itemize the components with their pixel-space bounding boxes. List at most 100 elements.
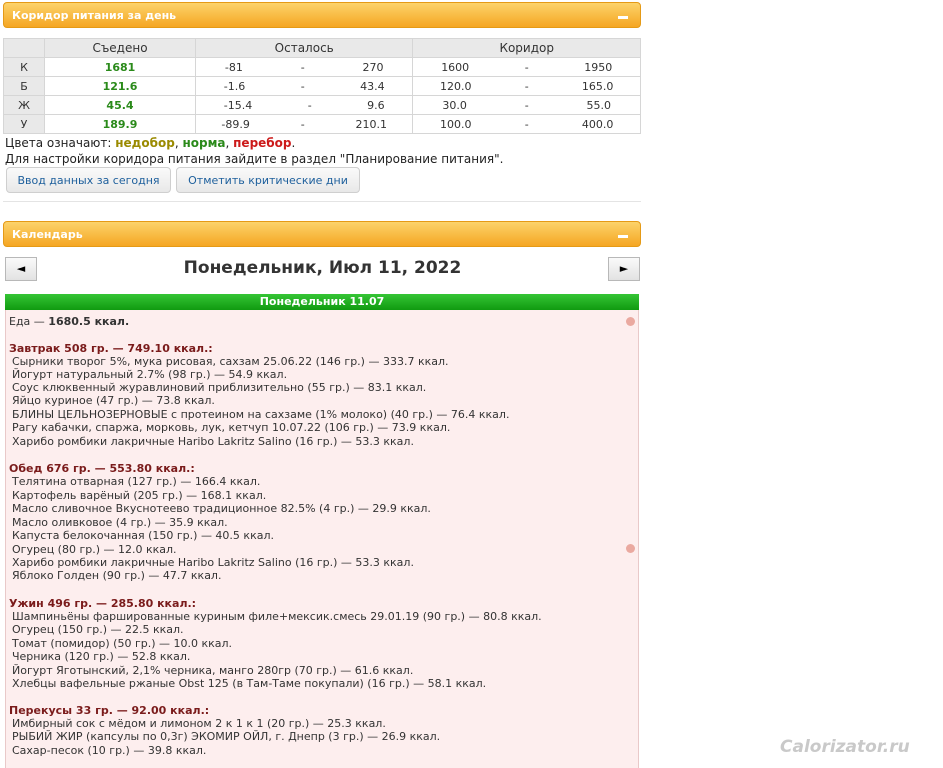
corridor-panel-title: Коридор питания за день (12, 9, 177, 22)
left-max: 210.1 (355, 117, 387, 131)
corridor-max: 400.0 (581, 117, 614, 131)
corridor-panel-header[interactable]: Коридор питания за день (3, 2, 641, 28)
left-min: -81 (224, 60, 243, 74)
calendar-panel-title: Календарь (12, 228, 83, 241)
table-row: У 189.9 -89.9 - 210.1 100.0 - 400.0 (3, 114, 641, 134)
list-item: РЫБИЙ ЖИР (капсулы по 0,3г) ЭКОМИР ОЙЛ, … (12, 730, 441, 743)
dash: - (300, 60, 305, 74)
mark-critical-days-button[interactable]: Отметить критические дни (176, 167, 360, 193)
left-range: -81 - 270 (194, 57, 414, 77)
watermark: Calorizator.ru (780, 737, 910, 757)
food-label: Еда — (9, 315, 49, 328)
list-item: БЛИНЫ ЦЕЛЬНОЗЕРНОВЫЕ с протеином на сахз… (12, 408, 510, 421)
corridor-hint: Для настройки коридора питания зайдите в… (5, 152, 504, 166)
list-item: Яйцо куриное (47 гр.) — 73.8 ккал. (12, 394, 215, 407)
left-max: 9.6 (367, 98, 385, 112)
corridor-max: 55.0 (586, 98, 612, 112)
left-max: 43.4 (360, 79, 385, 93)
list-item: Черника (120 гр.) — 52.8 ккал. (12, 650, 191, 663)
corridor-min: 1600 (441, 60, 470, 74)
meal-header-lunch: Обед 676 гр. — 553.80 ккал.: (9, 462, 195, 475)
list-item: Капуста белокочанная (150 гр.) — 40.5 кк… (12, 529, 274, 542)
calendar-panel-header[interactable]: Календарь (3, 221, 641, 247)
list-item: Йогурт Яготынский, 2,1% черника, манго 2… (12, 664, 414, 677)
list-item: Томат (помидор) (50 гр.) — 10.0 ккал. (12, 637, 233, 650)
left-range: -89.9 - 210.1 (194, 114, 414, 134)
corridor-min: 30.0 (442, 98, 467, 112)
corridor-range: 120.0 - 165.0 (412, 76, 641, 96)
corridor-table: Съедено Осталось Коридор К 1681 -81 - 270 … (3, 38, 641, 134)
corridor-min: 100.0 (440, 117, 472, 131)
table-row: К 1681 -81 - 270 1600 - 1950 (3, 57, 641, 77)
row-label: Ж (3, 95, 45, 115)
dash: - (524, 60, 529, 74)
list-item: Огурец (80 гр.) — 12.0 ккал. (12, 543, 177, 556)
list-item: Хлебцы вафельные ржаные Obst 125 (в Там-… (12, 677, 487, 690)
eaten-value: 189.9 (44, 114, 196, 134)
list-item: Шампиньёны фаршированные куриным филе+ме… (12, 610, 542, 623)
table-row: Б 121.6 -1.6 - 43.4 120.0 - 165.0 (3, 76, 641, 96)
list-item: Огурец (150 гр.) — 22.5 ккал. (12, 623, 184, 636)
minimize-icon[interactable] (618, 16, 628, 19)
legend-lack: недобор (115, 136, 175, 150)
left-max: 270 (362, 60, 384, 74)
eaten-value: 121.6 (44, 76, 196, 96)
divider (3, 201, 641, 202)
apple-icon (626, 544, 635, 553)
dash: - (307, 98, 312, 112)
row-label: У (3, 114, 45, 134)
legend-prefix: Цвета означают: (5, 136, 116, 150)
header-left: Осталось (194, 38, 414, 58)
header-corridor: Коридор (412, 38, 641, 58)
list-item: Рагу кабачки, спаржа, морковь, лук, кетч… (12, 421, 451, 434)
eaten-value: 1681 (44, 57, 196, 77)
color-legend: Цвета означают: недобор, норма, перебор. (5, 136, 295, 150)
eaten-value: 45.4 (44, 95, 196, 115)
corridor-max: 165.0 (581, 79, 614, 93)
row-label: Б (3, 76, 45, 96)
list-item: Масло оливковое (4 гр.) — 35.9 ккал. (12, 516, 228, 529)
day-header[interactable]: Понедельник 11.07 (5, 294, 639, 310)
header-eaten: Съедено (44, 38, 196, 58)
dash: - (524, 117, 529, 131)
dash: - (524, 79, 529, 93)
legend-period: . (291, 136, 296, 150)
meal-header-snacks: Перекусы 33 гр. — 92.00 ккал.: (9, 704, 210, 717)
corridor-range: 30.0 - 55.0 (412, 95, 641, 115)
corridor-min: 120.0 (440, 79, 472, 93)
left-min: -89.9 (221, 117, 250, 131)
legend-norm: норма (182, 136, 226, 150)
list-item: Харибо ромбики лакричные Haribo Lakritz … (12, 435, 414, 448)
list-item: Яблоко Голден (90 гр.) — 47.7 ккал. (12, 569, 222, 582)
corridor-max: 1950 (584, 60, 613, 74)
dash: - (300, 117, 305, 131)
list-item: Имбирный сок с мёдом и лимоном 2 к 1 к 1… (12, 717, 386, 730)
meal-header-breakfast: Завтрак 508 гр. — 749.10 ккал.: (9, 342, 213, 355)
food-total-line: Еда — 1680.5 ккал. (9, 315, 129, 328)
list-item: Масло сливочное Вкуснотеево традиционное… (12, 502, 431, 515)
corner-cell (3, 38, 45, 58)
list-item: Соус клюквенный журавлиновий приблизител… (12, 381, 427, 394)
left-min: -1.6 (223, 79, 246, 93)
dash: - (300, 79, 305, 93)
left-range: -1.6 - 43.4 (194, 76, 414, 96)
list-item: Харибо ромбики лакричные Haribo Lakritz … (12, 556, 414, 569)
left-min: -15.4 (223, 98, 253, 112)
dash: - (524, 98, 529, 112)
minimize-icon[interactable] (618, 235, 628, 238)
food-total: 1680.5 ккал. (48, 315, 130, 328)
table-row: Ж 45.4 -15.4 - 9.6 30.0 - 55.0 (3, 95, 641, 115)
legend-over: перебор (233, 136, 292, 150)
legend-comma: , (225, 136, 234, 150)
calendar-date: Понедельник, Июл 11, 2022 (183, 258, 462, 278)
row-label: К (3, 57, 45, 77)
corridor-range: 1600 - 1950 (412, 57, 641, 77)
list-item: Сырники творог 5%, мука рисовая, сахзам … (12, 355, 449, 368)
corridor-range: 100.0 - 400.0 (412, 114, 641, 134)
next-day-button[interactable]: ► (608, 257, 640, 281)
list-item: Сахар-песок (10 гр.) — 39.8 ккал. (12, 744, 207, 757)
list-item: Телятина отварная (127 гр.) — 166.4 ккал… (12, 475, 261, 488)
left-range: -15.4 - 9.6 (194, 95, 414, 115)
enter-today-button[interactable]: Ввод данных за сегодня (6, 167, 171, 193)
list-item: Йогурт натуральный 2.7% (98 гр.) — 54.9 … (12, 368, 288, 381)
